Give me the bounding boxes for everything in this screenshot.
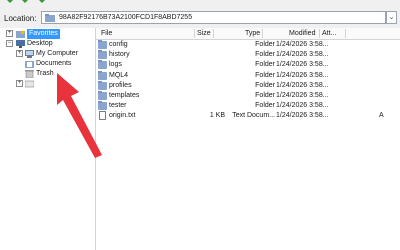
folder-icon [98,70,107,80]
tree-item-unlabeled[interactable]: + [0,79,95,89]
tree-item-desktop[interactable]: − Desktop [0,39,95,49]
file-row[interactable]: origin.txt 1 KB Text Docum... 1/24/2026 3:5… [96,111,400,121]
file-type: Folder [255,102,275,110]
file-name: tester [109,102,127,110]
column-header-type[interactable]: Type [245,29,260,38]
tree-item-my-computer[interactable]: + My Computer [0,49,95,59]
back-icon[interactable] [4,0,16,6]
collapse-icon[interactable]: − [6,40,13,47]
up-icon[interactable] [36,0,48,6]
chevron-down-icon: ⌄ [388,14,395,21]
column-separator[interactable] [345,29,346,38]
file-type: Folder [255,81,275,89]
file-name: templates [109,92,140,99]
file-modified: 1/24/2026 3:58... [276,41,329,48]
file-type: Folder [255,71,275,79]
column-header-attributes[interactable]: Att... [322,29,336,38]
documents-folder-icon [25,61,34,68]
tree-item-documents[interactable]: Documents [0,59,95,69]
toolbar [0,0,400,8]
column-header-size[interactable]: Size [197,29,211,38]
file-row[interactable]: MQL4 Folder 1/24/2026 3:58... [96,70,400,81]
drive-icon [25,80,34,88]
location-label: Location: [4,14,37,23]
file-modified: 1/24/2026 3:58... [276,81,329,89]
column-separator[interactable] [194,29,195,38]
file-name: history [109,51,130,59]
location-dropdown-button[interactable]: ⌄ [386,11,397,24]
tree-item-favorites[interactable]: + Favorites [0,29,95,39]
file-type: Folder [255,61,275,69]
expand-icon[interactable]: + [16,80,23,87]
file-row[interactable]: history Folder 1/24/2026 3:58... [96,50,400,60]
file-row[interactable]: logs Folder 1/24/2026 3:58... [96,60,400,70]
column-separator[interactable] [319,29,320,38]
tree-item-label: Favorites [27,29,60,39]
folder-icon [45,14,55,22]
forward-icon[interactable] [19,0,31,6]
expand-icon[interactable]: + [16,50,23,57]
file-name: MQL4 [109,71,129,79]
file-type: Folder [255,51,275,59]
file-modified: 1/24/2026 3:58... [276,71,329,79]
file-modified: 1/24/2026 3:58... [276,92,329,99]
file-name: origin.txt [109,112,136,120]
file-modified: 1/24/2026 3:58... [276,51,329,59]
tree-item-label: Desktop [27,40,53,47]
file-type: Text Docum... [232,112,275,120]
column-separator[interactable] [213,29,214,38]
tree-item-label: My Computer [36,50,79,57]
file-name: config [109,41,128,48]
folder-icon [98,40,107,49]
folder-icon [98,50,107,60]
desktop-icon [16,40,25,48]
file-list-header: File Size Type Modified Att... [96,28,400,40]
file-attributes: A [379,112,384,120]
trash-icon [25,70,34,78]
column-separator[interactable] [262,29,263,38]
folder-icon [98,91,107,100]
file-list: File Size Type Modified Att... config Fol… [96,28,400,250]
file-name: logs [109,61,122,69]
folder-icon [98,60,107,70]
file-modified: 1/24/2026 3:58... [276,61,329,69]
star-folder-icon [16,30,25,38]
file-type: Folder [255,41,275,48]
folder-icon [98,80,107,90]
folder-icon [98,101,107,111]
location-input[interactable]: 98A82F92176B73A2100FCD1F8ABD7255 [41,11,386,24]
file-row[interactable]: tester Folder 1/24/2026 3:58... [96,101,400,111]
folder-tree: + Favorites − Desktop + My Computer Docu… [0,28,96,250]
file-row[interactable]: config Folder 1/24/2026 3:58... [96,40,400,50]
column-header-file[interactable]: File [101,29,112,38]
tree-item-trash[interactable]: Trash [0,69,95,79]
tree-item-label: Documents [36,60,72,67]
expand-icon[interactable]: + [6,30,13,37]
text-file-icon [99,111,106,121]
column-header-modified[interactable]: Modified [289,29,315,38]
location-value: 98A82F92176B73A2100FCD1F8ABD7255 [59,14,193,21]
file-size: 1 KB [209,112,225,120]
file-name: profiles [109,81,132,89]
file-modified: 1/24/2026 3:58... [276,112,329,120]
file-type: Folder [255,92,275,99]
file-row[interactable]: profiles Folder 1/24/2026 3:58... [96,80,400,91]
file-modified: 1/24/2026 3:58... [276,102,329,110]
tree-item-label: Trash [36,70,54,77]
location-bar: Location: 98A82F92176B73A2100FCD1F8ABD72… [0,8,400,29]
computer-icon [25,50,34,58]
file-row[interactable]: templates Folder 1/24/2026 3:58... [96,91,400,101]
